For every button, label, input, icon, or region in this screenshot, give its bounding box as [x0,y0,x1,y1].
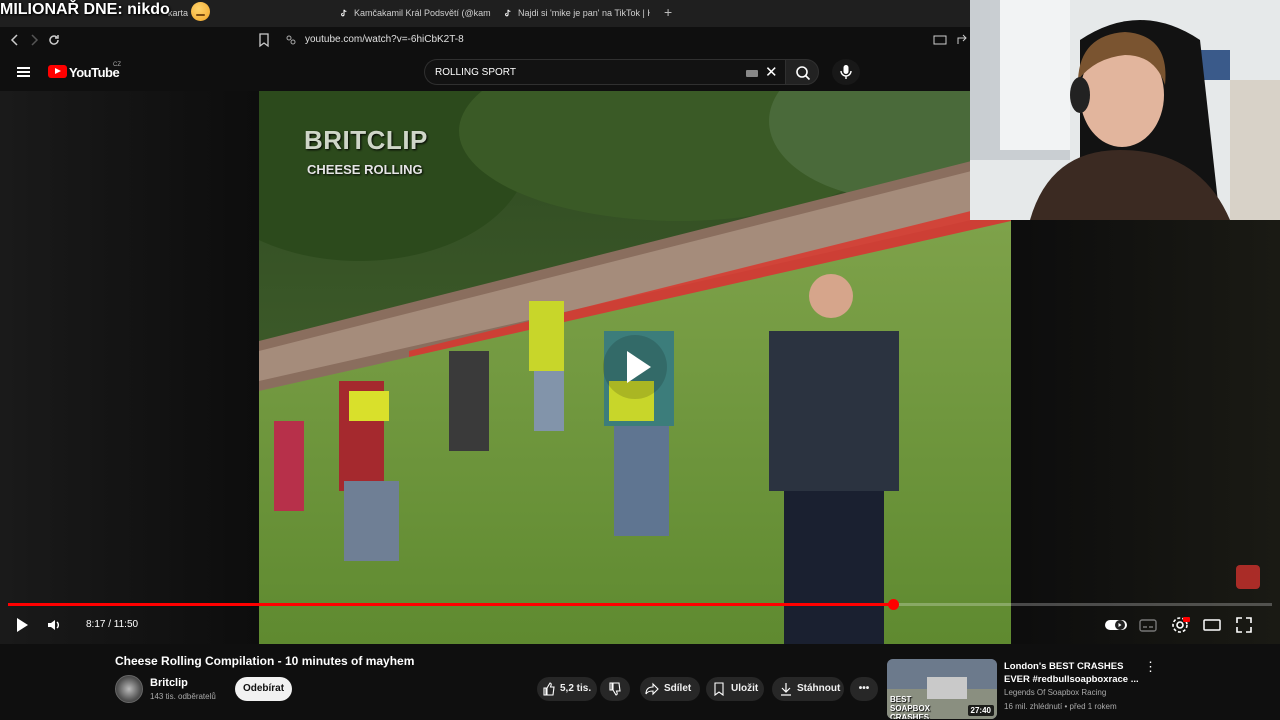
progress-bar[interactable] [8,599,1272,610]
recommended-title[interactable]: London's BEST CRASHES EVER #redbullsoapb… [1004,660,1144,686]
like-button[interactable]: 5,2 tis. [537,677,597,701]
search-icon [796,66,811,81]
recommended-duration: 27:40 [967,705,994,716]
more-actions-button[interactable]: ••• [850,677,878,701]
address-bar: youtube.com/watch?v=-6hiCbK2T-8 [0,27,970,53]
share-icon [645,682,659,696]
more-vertical-icon[interactable]: ⋮ [1144,659,1157,675]
stream-overlay-title: MILIONAŘ DNE: nikdo [0,1,170,18]
url-field[interactable]: youtube.com/watch?v=-6hiCbK2T-8 [305,34,464,45]
dislike-button[interactable] [600,677,630,701]
browser-tab[interactable]: Najdi si 'mike je pan' na TikTok | Hled [500,3,650,25]
progress-fill [8,603,893,606]
reload-icon[interactable] [46,32,62,48]
youtube-wordmark[interactable]: YouTube [69,65,120,80]
download-button[interactable]: Stáhnout [772,677,844,701]
recommended-meta: 16 mil. zhlédnutí • před 1 rokem [1004,702,1117,711]
menu-icon[interactable] [17,67,30,77]
country-code: CZ [113,62,121,68]
share-button[interactable]: Sdílet [640,677,700,701]
tab-label: Najdi si 'mike je pan' na TikTok | Hled [518,8,650,18]
channel-name[interactable]: Britclip [150,677,188,689]
tab-label: Kamčakamil Král Podsvětí (@kamcak [354,8,491,18]
share-page-icon[interactable] [954,32,970,48]
more-horizontal-icon: ••• [858,683,870,694]
theater-mode-icon[interactable] [1202,615,1222,635]
progress-scrubber[interactable] [888,599,899,610]
channel-watermark-icon[interactable] [1236,565,1260,589]
play-icon[interactable] [12,615,32,635]
emoji-icon [191,2,210,21]
thumbnail-caption: BEST SOAPBOX CRASHES [890,695,931,719]
download-icon [781,683,791,696]
download-label: Stáhnout [797,683,841,694]
settings-icon[interactable] [1170,615,1190,635]
tiktok-icon [505,9,511,17]
thumbs-up-icon [543,682,555,696]
thumbs-down-icon [609,682,621,696]
search-query: ROLLING SPORT [435,67,516,78]
subtitles-icon[interactable] [1138,615,1158,635]
center-play-icon[interactable] [603,335,667,399]
video-watermark-title: BRITCLIP [304,125,428,155]
recommended-thumbnail[interactable]: BEST SOAPBOX CRASHES 27:40 [887,659,997,719]
recommended-channel[interactable]: Legends Of Soapbox Racing [1004,688,1106,697]
search-input[interactable]: ROLLING SPORT ✕ [424,59,786,85]
microphone-icon [840,65,852,79]
video-watermark-subtitle: CHEESE ROLLING [307,162,423,177]
tab-label: karta [168,8,189,18]
browser-tab-strip: karta Kamčakamil Král Podsvětí (@kamcak … [0,0,970,27]
video-title: Cheese Rolling Compilation - 10 minutes … [115,654,415,668]
save-label: Uložit [731,683,759,694]
forward-icon[interactable] [26,32,42,48]
back-icon[interactable] [7,32,23,48]
youtube-header: YouTube CZ ROLLING SPORT ✕ [0,53,970,91]
youtube-logo-icon[interactable] [48,65,67,78]
clear-search-icon[interactable]: ✕ [765,63,778,81]
keyboard-icon[interactable] [746,70,758,77]
fullscreen-icon[interactable] [1234,615,1254,635]
cast-icon[interactable] [932,32,948,48]
subscribe-button[interactable]: Odebírat [235,677,292,701]
browser-tab[interactable]: karta [150,3,330,25]
new-tab-button[interactable]: + [664,4,672,20]
like-count: 5,2 tis. [560,683,592,694]
subscriber-count: 143 tis. odběratelů [150,692,216,701]
channel-avatar[interactable] [115,675,143,703]
browser-tab[interactable]: Kamčakamil Král Podsvětí (@kamcak [336,3,491,25]
save-button[interactable]: Uložit [706,677,764,701]
share-label: Sdílet [664,683,692,694]
volume-icon[interactable] [45,615,65,635]
autoplay-toggle-icon[interactable] [1104,615,1128,635]
site-info-icon[interactable] [283,32,299,48]
time-display: 8:17 / 11:50 [86,619,139,630]
webcam-overlay [970,0,1280,220]
voice-search-button[interactable] [832,59,860,85]
search-button[interactable] [785,59,819,85]
tiktok-icon [341,9,347,17]
bookmark-icon[interactable] [256,32,272,48]
video-info-section: Cheese Rolling Compilation - 10 minutes … [0,644,1280,720]
save-icon [714,682,724,696]
